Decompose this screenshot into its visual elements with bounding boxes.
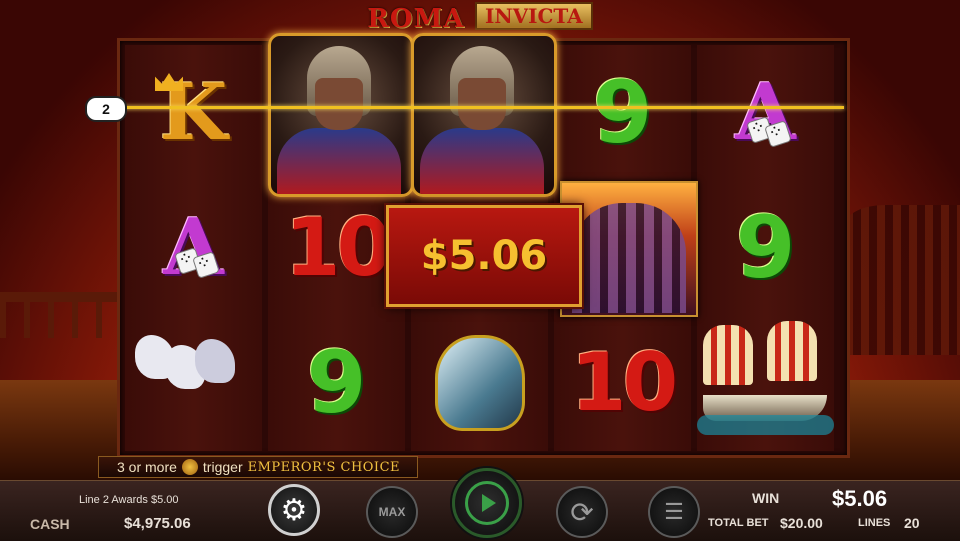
- colosseum-background: [845, 205, 960, 355]
- settings-button[interactable]: ⚙: [268, 484, 320, 536]
- soldier-face: [458, 78, 506, 130]
- spin-button[interactable]: [452, 468, 522, 538]
- autoplay-button[interactable]: ⟳: [556, 486, 608, 538]
- symbol-a: A: [125, 180, 262, 315]
- aqueduct-background: [0, 292, 122, 338]
- helmet-icon: [411, 315, 548, 450]
- win-label: WIN: [752, 490, 780, 506]
- total-bet-label: TOTAL BET: [708, 517, 769, 529]
- symbol-10: 10: [554, 315, 691, 450]
- water: [697, 415, 834, 435]
- logo-roma: ROMA: [367, 4, 465, 34]
- symbol-10-text: 10: [570, 336, 678, 429]
- symbol-10-text: 10: [284, 201, 392, 294]
- symbol-a: A: [697, 45, 834, 180]
- logo-invicta: INVICTA: [474, 2, 593, 30]
- lines-label: LINES: [858, 517, 891, 529]
- cash-value: $4,975.06: [124, 515, 191, 532]
- symbol-9: 9: [554, 45, 691, 180]
- cash-label: CASH: [30, 516, 70, 532]
- trigger-text-suffix: trigger: [202, 459, 243, 475]
- max-label: MAX: [378, 505, 406, 519]
- symbol-9: 9: [268, 315, 405, 450]
- win-amount-text: $5.06: [420, 233, 548, 279]
- feature-trigger-banner: 3 or more trigger EMPEROR'S CHOICE: [98, 456, 418, 478]
- horse-icon: [195, 339, 235, 383]
- colosseum-arches: [572, 203, 686, 313]
- autoplay-icon: ⟳: [570, 496, 594, 528]
- symbol-9-text: 9: [592, 62, 653, 163]
- feature-name: EMPEROR'S CHOICE: [247, 459, 401, 475]
- coins-stack-icon: ☰: [664, 499, 684, 524]
- soldier-icon: [268, 33, 414, 197]
- max-bet-button[interactable]: MAX: [366, 486, 418, 538]
- lion-icon: [181, 459, 198, 475]
- payline: [122, 106, 844, 109]
- win-value: $5.06: [832, 486, 888, 511]
- play-icon: [465, 481, 509, 525]
- soldier-face: [315, 78, 363, 130]
- trigger-text-prefix: 3 or more: [117, 459, 177, 475]
- win-amount-popup: $5.06: [386, 205, 582, 307]
- payline-number-badge: 2: [85, 96, 127, 122]
- symbol-k: K: [125, 45, 262, 180]
- soldier-cape: [277, 128, 401, 194]
- symbol-9-text: 9: [306, 332, 367, 433]
- symbol-a-letter: A: [735, 67, 796, 158]
- symbol-9: 9: [697, 180, 834, 315]
- symbol-10: 10: [268, 180, 405, 315]
- game-logo: ROMA INVICTA: [0, 2, 960, 36]
- helmet-shell: [435, 335, 525, 431]
- line-award-status: Line 2 Awards $5.00: [79, 494, 179, 506]
- soldier-cape: [420, 128, 544, 194]
- sail-icon: [703, 325, 753, 385]
- symbol-9-text: 9: [735, 197, 796, 298]
- total-bet-value: $20.00: [780, 515, 823, 531]
- chariot-icon: [125, 315, 262, 450]
- sail-icon: [767, 321, 817, 381]
- lines-value: 20: [904, 515, 920, 531]
- bet-coins-button[interactable]: ☰: [648, 486, 700, 538]
- ship-icon: [697, 315, 834, 450]
- soldier-icon: [411, 33, 557, 197]
- gear-icon: ⚙: [280, 493, 308, 527]
